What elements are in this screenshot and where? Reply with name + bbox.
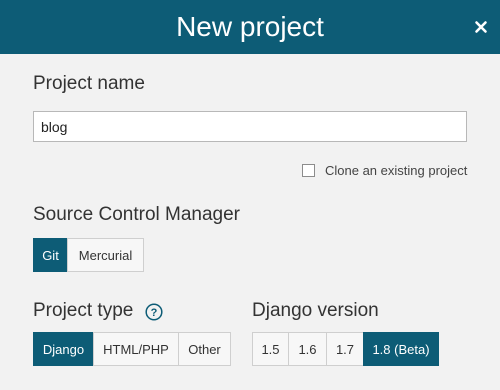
dialog-title: New project (176, 11, 324, 42)
project-type-label: Project type (33, 300, 134, 321)
close-button[interactable] (468, 14, 494, 40)
django-version-option-1-8-beta[interactable]: 1.8 (Beta) (363, 332, 439, 366)
django-version-option-1-7[interactable]: 1.7 (326, 332, 364, 366)
clone-existing-project-option[interactable]: Clone an existing project (302, 162, 467, 178)
scm-button-group: Git Mercurial (33, 238, 144, 272)
django-version-option-1-5[interactable]: 1.5 (252, 332, 289, 366)
project-type-button-group: Django HTML/PHP Other (33, 332, 231, 366)
scm-option-mercurial[interactable]: Mercurial (67, 238, 144, 272)
django-version-option-1-6[interactable]: 1.6 (288, 332, 327, 366)
project-type-option-django[interactable]: Django (33, 332, 94, 366)
scm-label: Source Control Manager (33, 204, 240, 225)
django-version-label: Django version (252, 300, 379, 321)
clone-existing-project-label: Clone an existing project (325, 162, 468, 178)
project-type-option-other[interactable]: Other (178, 332, 231, 366)
django-version-button-group: 1.5 1.6 1.7 1.8 (Beta) (252, 332, 439, 366)
project-name-input[interactable] (33, 111, 467, 142)
project-name-label: Project name (33, 73, 145, 94)
help-icon: ? (145, 303, 163, 321)
project-type-option-html-php[interactable]: HTML/PHP (93, 332, 179, 366)
project-type-help-button[interactable]: ? (145, 303, 163, 321)
close-icon (475, 21, 487, 33)
dialog-header: New project (0, 0, 500, 54)
svg-text:?: ? (151, 307, 158, 319)
scm-option-git[interactable]: Git (33, 238, 68, 272)
clone-existing-project-checkbox[interactable] (302, 163, 315, 177)
